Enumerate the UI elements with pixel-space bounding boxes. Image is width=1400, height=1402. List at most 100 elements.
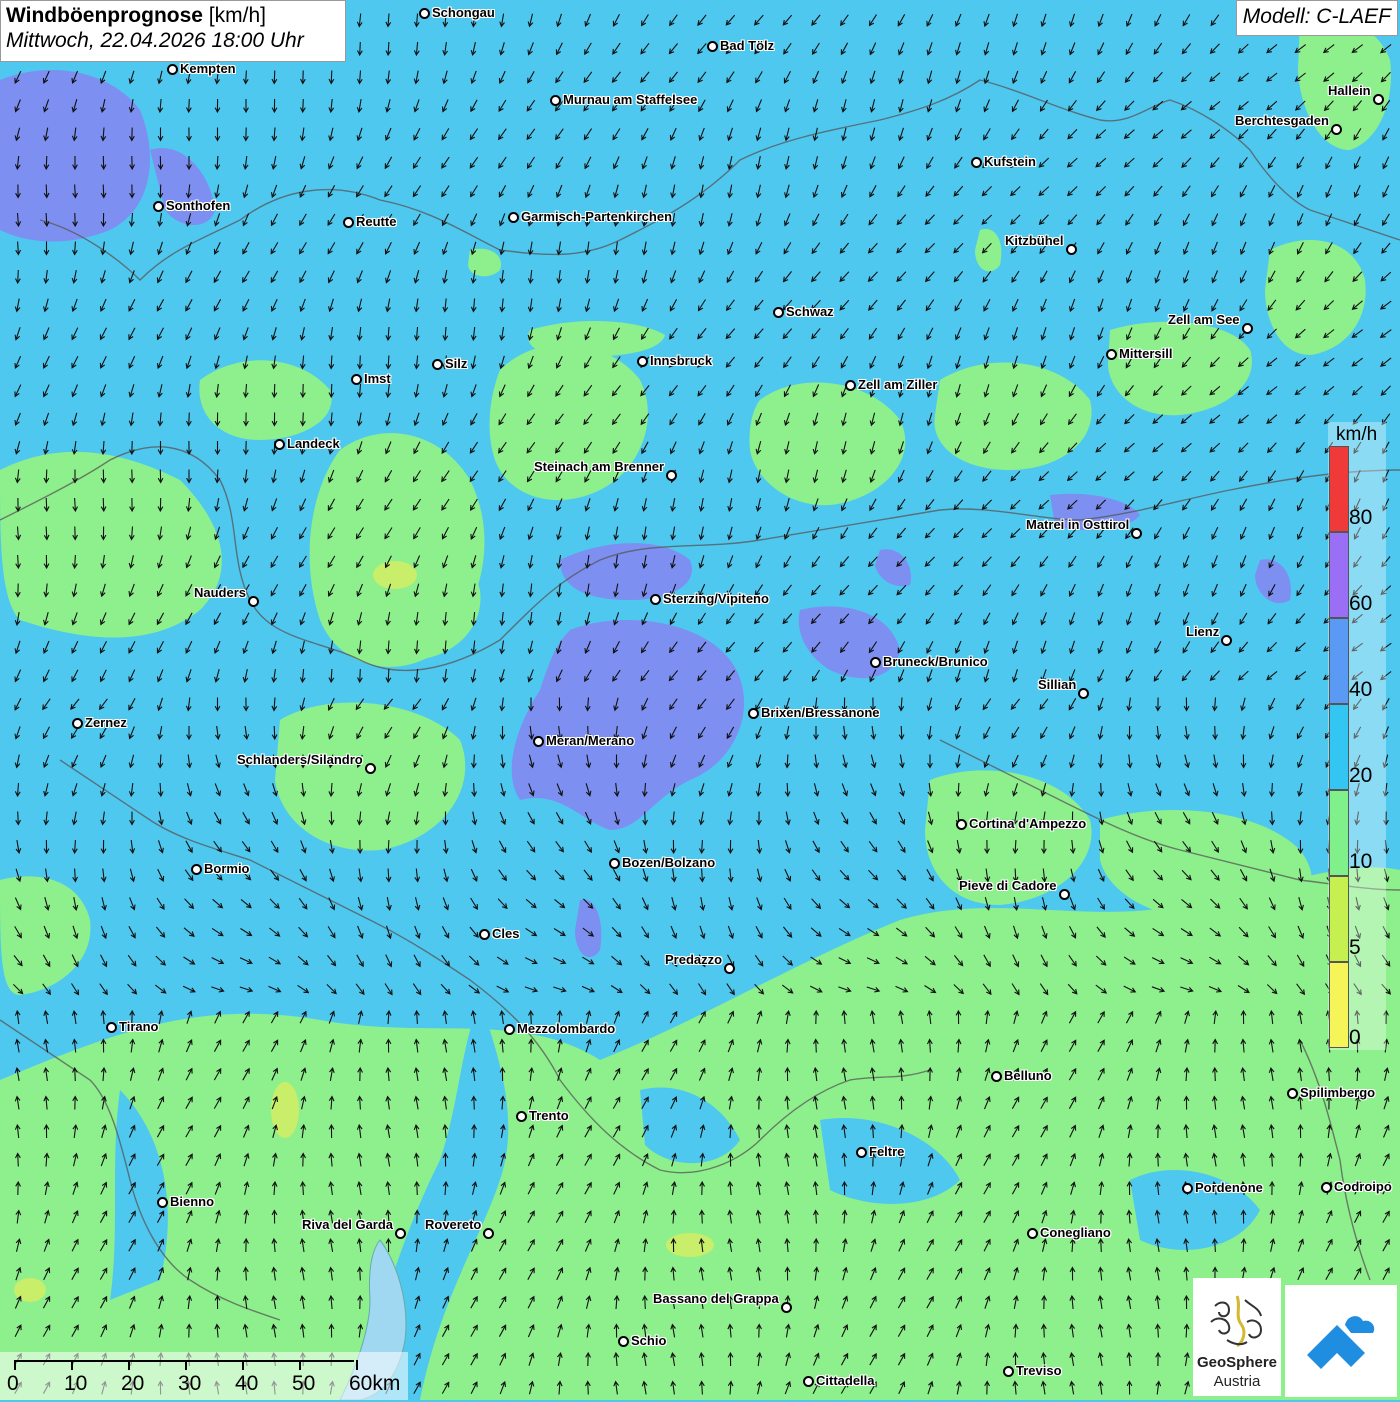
city-label: Kempten [180,61,236,76]
city-marker [351,374,362,385]
scale-label: 0 [7,1372,19,1395]
legend-label: 40 [1349,678,1373,701]
city-label: Schongau [432,5,495,20]
city-label: Silz [445,356,468,371]
city-label: Reutte [356,214,397,229]
city-marker [106,1022,117,1033]
scale-line [14,1360,354,1362]
city-marker [707,41,718,52]
city-marker [1078,688,1089,699]
city-label: Belluno [1004,1068,1052,1083]
scale-tick [14,1360,16,1370]
forecast-datetime: Mittwoch, 22.04.2026 18:00 Uhr [6,29,304,52]
city-marker [274,439,285,450]
city-label: Feltre [869,1144,905,1159]
city-label: Schwaz [786,304,834,319]
logo-name-2: Austria [1213,1373,1261,1390]
city-marker [724,963,735,974]
city-marker [479,929,490,940]
city-label: Steinach am Brenner [534,459,665,474]
city-marker [508,212,519,223]
city-marker [870,657,881,668]
city-marker [1106,349,1117,360]
city-marker [419,8,430,19]
city-marker [971,157,982,168]
city-label: Pieve di Cadore [959,878,1057,893]
title-main: Windböenprognose [6,4,203,27]
city-marker [618,1336,629,1347]
scale-tick [356,1360,358,1370]
city-marker [483,1228,494,1239]
scale-tick [242,1360,244,1370]
legend-color-segment [1329,446,1349,532]
city-marker [609,858,620,869]
legend-label: 60 [1349,592,1373,615]
legend-color-segment [1329,876,1349,962]
city-marker [781,1302,792,1313]
zone-yellow [373,561,417,589]
city-marker [516,1111,527,1122]
city-marker [1027,1228,1038,1239]
city-marker [666,470,677,481]
logo-name-1: GeoSphere [1196,1354,1278,1371]
scale-label: 20 [121,1372,145,1395]
city-marker [157,1197,168,1208]
city-label: Berchtesgaden [1235,113,1329,128]
city-label: Bozen/Bolzano [622,855,716,870]
city-label: Sonthofen [166,198,231,213]
app-logo-icon [1307,1316,1375,1369]
city-marker [72,718,83,729]
city-marker [1321,1182,1332,1193]
legend-color-segment [1329,532,1349,618]
map-title: Windböenprognose [km/h] [6,4,340,28]
legend-color-segment [1329,962,1349,1048]
city-marker [1182,1183,1193,1194]
city-label: Innsbruck [650,353,713,368]
city-label: Hallein [1328,83,1371,98]
scale-tick [128,1360,130,1370]
city-label: Treviso [1016,1363,1062,1378]
city-label: Tirano [119,1019,159,1034]
city-label: Bruneck/Brunico [883,654,988,669]
city-marker [533,736,544,747]
city-marker [1066,244,1077,255]
city-marker [856,1147,867,1158]
legend-color-segment [1329,618,1349,704]
city-label: Meran/Merano [546,733,635,748]
city-label: Cles [492,926,520,941]
city-label: Nauders [194,585,247,600]
city-label: Riva del Garda [302,1217,394,1232]
city-marker [748,708,759,719]
city-marker [248,596,259,607]
scale-tick [299,1360,301,1370]
city-label: Schio [631,1333,667,1348]
city-label: Cortina d'Ampezzo [969,816,1087,831]
city-marker [637,356,648,367]
city-label: Kufstein [984,154,1036,169]
scale-label: 50 [292,1372,316,1395]
legend-label: 10 [1349,850,1373,873]
city-marker [650,594,661,605]
scale-tick [185,1360,187,1370]
city-label: Bassano del Grappa [653,1291,779,1306]
city-label: Sillian [1038,677,1077,692]
city-label: Schlanders/Silandro [237,752,363,767]
city-marker [1131,528,1142,539]
city-marker [991,1071,1002,1082]
city-marker [956,819,967,830]
city-marker [550,95,561,106]
scale-label: 30 [178,1372,202,1395]
scale-label: 40 [235,1372,259,1395]
city-label: Landeck [287,436,340,451]
city-label: Sterzing/Vipiteno [663,591,769,606]
city-label: Bienno [170,1194,215,1209]
city-label: Codroipo [1334,1179,1392,1194]
city-marker [343,217,354,228]
title-unit: [km/h] [202,4,266,27]
scale-label: 10 [64,1372,88,1395]
legend-label: 0 [1349,1026,1361,1049]
city-marker [1287,1088,1298,1099]
geosphere-icon [1210,1295,1263,1348]
app-logo[interactable] [1285,1285,1397,1397]
city-marker [432,359,443,370]
